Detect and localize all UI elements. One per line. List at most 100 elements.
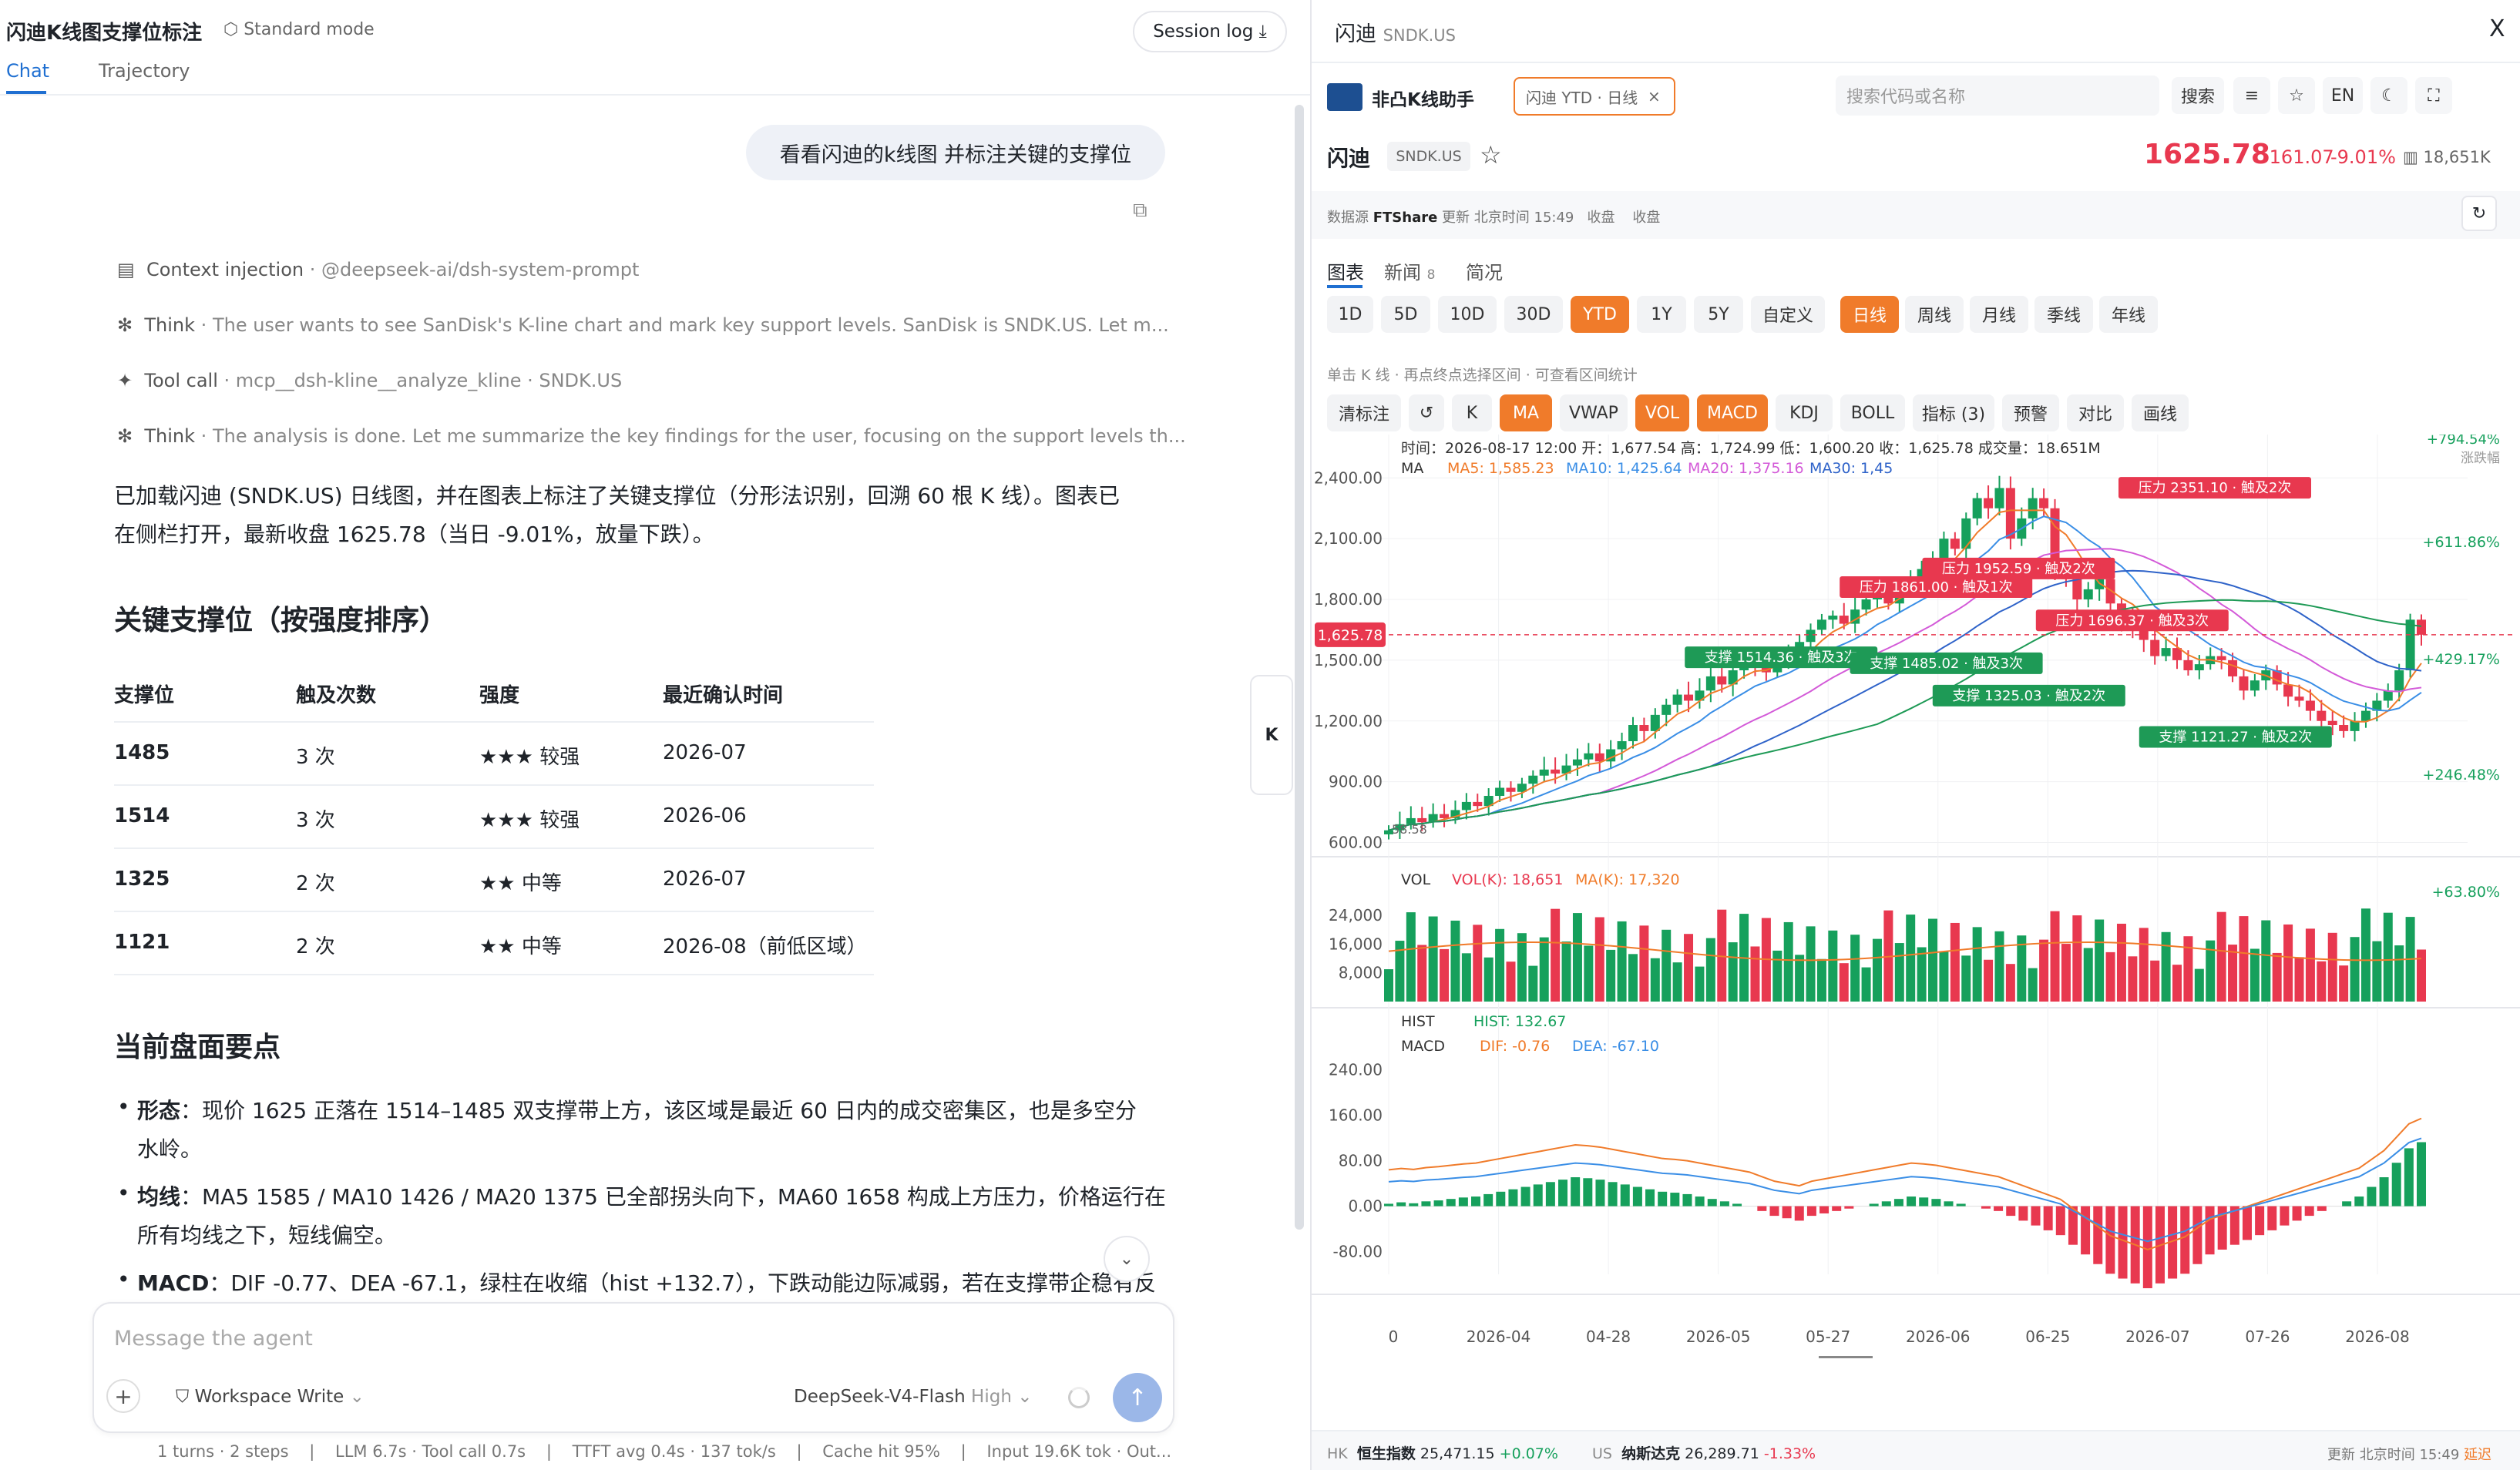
candle-body <box>1506 787 1516 792</box>
answer-intro-line2: 在侧栏打开，最新收盘 1625.78（当日 -9.01%，放量下跌）。 <box>114 522 714 547</box>
tool-macd[interactable]: MACD <box>1697 394 1768 431</box>
volume-bar <box>1606 949 1616 1002</box>
macd-hist-bar <box>2404 1148 2414 1207</box>
model-selector[interactable]: DeepSeek-V4-Flash High ⌄ <box>794 1387 1033 1407</box>
period-5d[interactable]: 5D <box>1381 296 1430 333</box>
tool-compare[interactable]: 对比 <box>2067 394 2124 431</box>
annotation-label: 支撑 1514.36 · 触及3次 <box>1705 649 1858 666</box>
tab-trajectory[interactable]: Trajectory <box>99 60 190 82</box>
tool-draw[interactable]: 画线 <box>2132 394 2189 431</box>
subtab-news-label: 新闻 <box>1384 262 1421 284</box>
volume-bar <box>1406 912 1416 1002</box>
step-detail: The analysis is done. Let me summarize t… <box>212 425 1186 447</box>
subtab-chart[interactable]: 图表 <box>1327 257 1364 284</box>
period-10d[interactable]: 10D <box>1438 296 1497 333</box>
bullet-line: 所有均线之下，短线偏空。 <box>137 1223 397 1248</box>
interval-week[interactable]: 周线 <box>1905 296 1964 333</box>
volume-bar <box>2161 931 2171 1002</box>
moon-icon[interactable]: ☾ <box>2370 77 2407 114</box>
mode-indicator[interactable]: ⬡ Standard mode <box>223 20 375 39</box>
tab-chat[interactable]: Chat <box>6 60 49 82</box>
period-5y[interactable]: 5Y <box>1694 296 1743 333</box>
search-input[interactable]: 搜索代码或名称 <box>1836 76 2159 116</box>
document-icon: ▤ <box>117 259 135 280</box>
chat-scrollbar[interactable] <box>1295 105 1304 1230</box>
macd-hist-bar <box>1695 1196 1705 1207</box>
macd-hist-bar <box>1545 1182 1555 1207</box>
tool-clear-marks[interactable]: 清标注 <box>1327 394 1401 431</box>
volume-bar <box>2239 916 2249 1002</box>
step-think-2[interactable]: ✻ Think · The analysis is done. Let me s… <box>117 425 1186 447</box>
candle-body <box>2283 684 2293 697</box>
subtab-profile[interactable]: 简况 <box>1466 257 1503 284</box>
copy-icon[interactable]: ⧉ <box>1133 199 1147 223</box>
refresh-icon[interactable]: ↻ <box>2461 196 2497 231</box>
chart-tab[interactable]: 闪迪 YTD · 日线 × <box>1514 77 1675 116</box>
table-header: 强度 <box>479 684 520 707</box>
scroll-down-button[interactable]: ⌄ <box>1104 1236 1150 1282</box>
tool-indicators[interactable]: 指标 (3) <box>1913 394 1994 431</box>
tool-undo-icon[interactable]: ↺ <box>1409 394 1444 431</box>
close-icon[interactable]: × <box>1648 87 1661 106</box>
tool-vwap[interactable]: VWAP <box>1560 394 1628 431</box>
menu-icon[interactable]: ≡ <box>2233 77 2270 114</box>
search-button[interactable]: 搜索 <box>2172 77 2224 114</box>
interval-month[interactable]: 月线 <box>1970 296 2028 333</box>
table-cell: 2 次 <box>296 872 335 895</box>
candle-body <box>2360 710 2370 721</box>
interval-day[interactable]: 日线 <box>1840 296 1899 333</box>
candle-body <box>1639 725 1649 731</box>
period-custom[interactable]: 自定义 <box>1751 296 1825 333</box>
panel-toggle-handle[interactable]: K <box>1250 675 1293 795</box>
step-think-1[interactable]: ✻ Think · The user wants to see SanDisk'… <box>117 314 1169 336</box>
send-button[interactable]: ↑ <box>1113 1373 1162 1422</box>
macd-hist-bar <box>1931 1199 1941 1207</box>
candle-body <box>2194 664 2204 671</box>
volume-bar <box>1861 967 1871 1002</box>
macd-hist-bar <box>1533 1184 1543 1207</box>
period-1y[interactable]: 1Y <box>1637 296 1686 333</box>
kline-panel: 闪迪 SNDK.US X 非凸K线助手 闪迪 YTD · 日线 × 搜索代码或名… <box>1310 0 2520 1470</box>
session-log-button[interactable]: Session log ⤓ <box>1133 11 1287 52</box>
macd-hist-bar <box>2367 1186 2377 1207</box>
macd-hist-bar <box>1446 1199 1456 1207</box>
language-toggle[interactable]: EN <box>2323 77 2363 114</box>
period-30d[interactable]: 30D <box>1504 296 1563 333</box>
volume-bar <box>1795 955 1805 1002</box>
volume-bar <box>2050 911 2060 1002</box>
table-cell: 3 次 <box>296 809 335 832</box>
bullet-text: ：DIF -0.77、DEA -67.1，绿柱在收缩（hist +132.7），… <box>209 1270 1156 1296</box>
tool-boll[interactable]: BOLL <box>1840 394 1905 431</box>
message-input[interactable]: Message the agent <box>114 1327 313 1351</box>
star-icon[interactable]: ☆ <box>2278 77 2315 114</box>
volume-bar <box>1939 951 1949 1002</box>
tool-ma[interactable]: MA <box>1500 394 1552 431</box>
vol-ma-value: MA(K): 17,320 <box>1575 871 1680 888</box>
period-1d[interactable]: 1D <box>1327 296 1373 333</box>
x-axis: 0 2026-04 04-28 2026-05 05-27 2026-06 06-25 202… <box>1389 1327 2410 1358</box>
volume-bar <box>1628 954 1638 1002</box>
tool-vol[interactable]: VOL <box>1635 394 1689 431</box>
arrow-up-icon: ↑ <box>1127 1384 1147 1411</box>
x-tick-label: 07-26 <box>2245 1327 2290 1346</box>
tool-k[interactable]: K <box>1452 394 1492 431</box>
subtab-news[interactable]: 新闻 8 <box>1384 257 1435 284</box>
interval-year[interactable]: 年线 <box>2099 296 2158 333</box>
watchlist-star-icon[interactable]: ☆ <box>1480 140 1502 169</box>
period-ytd[interactable]: YTD <box>1571 296 1629 333</box>
bullet-dot: • <box>117 1180 130 1206</box>
tool-alerts[interactable]: 预警 <box>2002 394 2059 431</box>
volume-bar <box>2039 939 2049 1002</box>
add-attachment-button[interactable]: + <box>106 1379 140 1413</box>
table-header: 支撑位 <box>114 684 175 707</box>
tool-kdj[interactable]: KDJ <box>1776 394 1833 431</box>
fullscreen-icon[interactable]: ⛶ <box>2415 77 2452 114</box>
volume-bar <box>1639 925 1649 1002</box>
interval-quarter[interactable]: 季线 <box>2034 296 2093 333</box>
step-tool-call[interactable]: ✦ Tool call · mcp__dsh-kline__analyze_kl… <box>117 370 622 391</box>
kline-chart[interactable]: 2,400.00 2,100.00 1,800.00 1,500.00 1,200.00… <box>1312 435 2520 1374</box>
step-context[interactable]: ▤ Context injection · @deepseek-ai/dsh-s… <box>117 259 639 280</box>
workspace-selector[interactable]: ⛉ Workspace Write ⌄ <box>176 1387 365 1407</box>
close-icon[interactable]: X <box>2489 15 2505 42</box>
macd-title: MACD <box>1401 1038 1445 1055</box>
